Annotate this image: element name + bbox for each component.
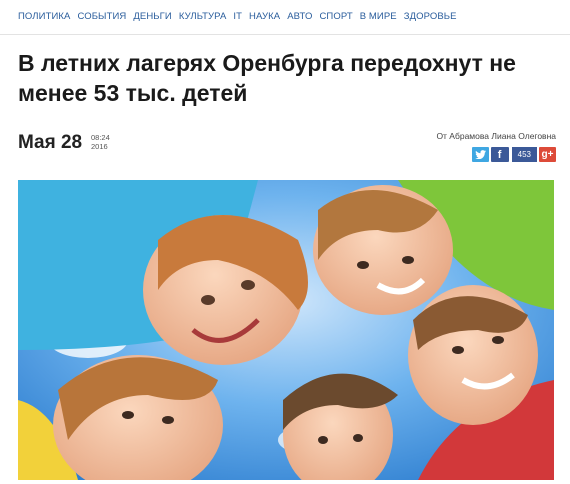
twitter-share-button[interactable] (471, 147, 489, 162)
nav-item-kultura[interactable]: КУЛЬТУРА (179, 10, 227, 24)
nav-item-politika[interactable]: ПОЛИТИКА (18, 10, 70, 24)
share-buttons: f 453 g+ (471, 147, 556, 162)
article-title: В летних лагерях Оренбурга передохнут не… (18, 50, 516, 106)
nav-item-dengi[interactable]: ДЕНЬГИ (133, 10, 171, 24)
nav-item-it[interactable]: IT (233, 10, 242, 24)
nav-item-v-mire[interactable]: В МИРЕ (360, 10, 397, 24)
share-count-badge: 453 (511, 147, 537, 162)
article-time: 08:24 (91, 133, 110, 142)
nav-item-nauka[interactable]: НАУКА (249, 10, 280, 24)
facebook-share-button[interactable]: f (490, 147, 509, 162)
main-nav: ПОЛИТИКА СОБЫТИЯ ДЕНЬГИ КУЛЬТУРА IT НАУК… (18, 10, 464, 24)
google-plus-share-button[interactable]: g+ (539, 147, 556, 162)
twitter-icon (474, 150, 486, 159)
article-year: 2016 (91, 142, 108, 151)
google-plus-icon: g+ (541, 149, 554, 160)
article-date: Мая 28 (18, 132, 83, 153)
article-author[interactable]: От Абрамова Лиана Олеговна (436, 131, 556, 141)
facebook-icon: f (497, 148, 502, 161)
nav-item-avto[interactable]: АВТО (287, 10, 312, 24)
nav-item-sobytiya[interactable]: СОБЫТИЯ (77, 10, 126, 24)
article-photo (18, 180, 554, 480)
nav-item-zdorovie[interactable]: ЗДОРОВЬЕ (404, 10, 457, 24)
article-timestamp: 08:24 2016 (91, 133, 110, 151)
nav-divider (0, 34, 570, 35)
nav-item-sport[interactable]: СПОРТ (319, 10, 352, 24)
